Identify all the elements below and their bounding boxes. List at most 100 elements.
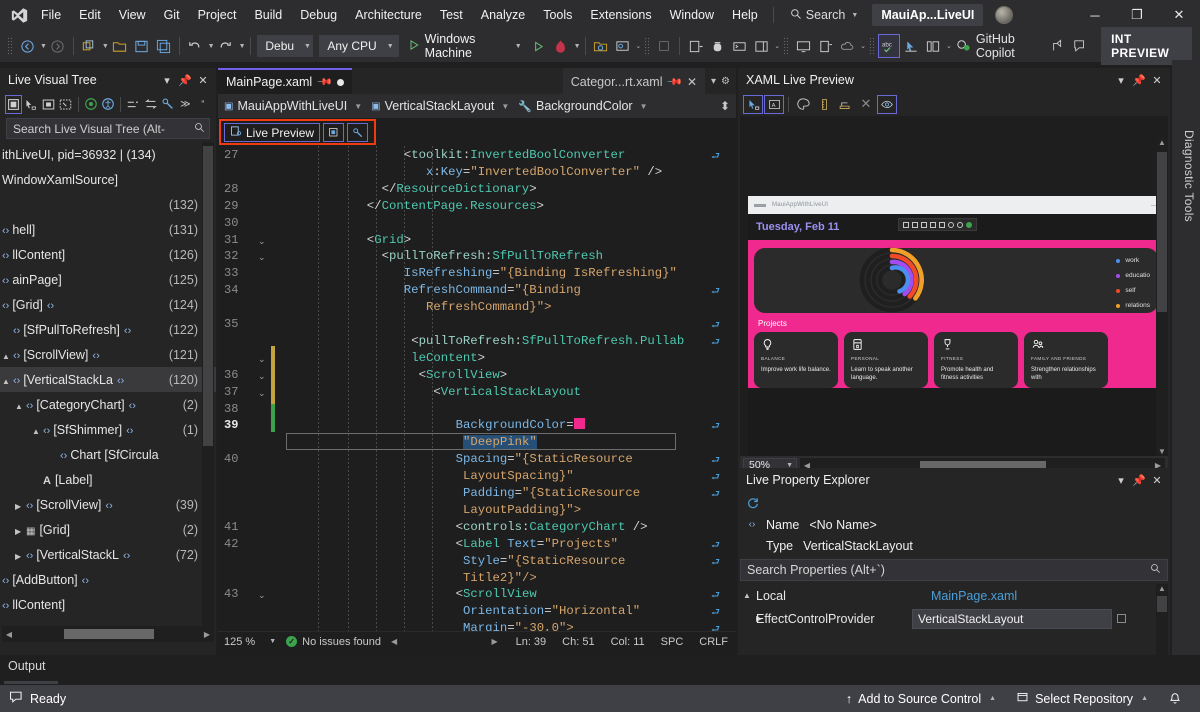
toolbar-grip-4[interactable] <box>868 37 875 55</box>
desktop-preview-icon[interactable] <box>792 34 814 58</box>
tree-horizontal-scrollbar[interactable]: ◀ ▶ <box>2 626 214 642</box>
spell-check-icon[interactable]: abc <box>878 34 900 58</box>
device-preview-icon[interactable] <box>814 34 836 58</box>
code-line[interactable]: Orientation="Horizontal" <box>463 604 640 618</box>
show-properties-icon[interactable] <box>125 95 141 114</box>
project-card[interactable]: FAMILY AND FRIENDS Strengthen relationsh… <box>1024 332 1108 388</box>
save-icon[interactable] <box>131 34 153 58</box>
close-icon[interactable]: ✕ <box>194 71 212 89</box>
terminal-icon[interactable] <box>728 34 750 58</box>
live-visual-tree[interactable]: ithLiveUI, pid=36932 | (134) WindowXamlSo… <box>0 142 216 626</box>
toolbar-overflow-icon[interactable]: ” <box>195 95 211 114</box>
indentation-indicator[interactable]: SPC <box>653 636 692 648</box>
expand-triangle-icon[interactable]: ▲ <box>15 402 26 411</box>
tree-item[interactable]: ▲ ‹› [ScrollView] ‹› (121) <box>0 342 216 367</box>
project-card[interactable]: BALANCE Improve work life balance. <box>754 332 838 388</box>
code-line[interactable]: RefreshCommand}"> <box>426 300 551 314</box>
expand-triangle-icon[interactable]: ▶ <box>15 552 26 561</box>
menu-build[interactable]: Build <box>245 0 291 30</box>
device-preview[interactable]: MauiAppWithLiveUI — Tuesday, Feb 11 work… <box>748 196 1164 456</box>
notification-bell-icon[interactable] <box>1160 688 1190 710</box>
navigate-forward-icon[interactable] <box>47 34 69 58</box>
overflow-icon-2[interactable]: ⌄ <box>774 42 780 50</box>
pin-icon[interactable]: 📌 <box>1130 71 1148 89</box>
chevron-down-icon[interactable]: ▾ <box>1112 71 1130 89</box>
tree-item[interactable]: WindowXamlSource] <box>0 167 216 192</box>
group-source[interactable]: MainPage.xaml <box>931 589 1017 603</box>
tab-mainpage-xaml[interactable]: MainPage.xaml 📌 <box>218 68 352 94</box>
code-line[interactable]: LayoutPadding}"> <box>463 503 581 517</box>
property-value-field[interactable]: VerticalStackLayout <box>912 608 1112 629</box>
swap-icon[interactable] <box>143 95 159 114</box>
pin-icon[interactable]: 📌 <box>176 71 194 89</box>
chevron-down-icon[interactable]: ▾ <box>1112 471 1130 489</box>
menu-git[interactable]: Git <box>155 0 189 30</box>
menu-edit[interactable]: Edit <box>70 0 110 30</box>
menu-analyze[interactable]: Analyze <box>472 0 534 30</box>
save-all-icon[interactable] <box>153 34 175 58</box>
step-into-icon[interactable] <box>684 34 706 58</box>
fold-toggle-icon[interactable]: ⌄ <box>258 252 266 263</box>
expand-triangle-icon[interactable]: ▶ <box>15 502 26 511</box>
menu-test[interactable]: Test <box>431 0 472 30</box>
code-line[interactable]: </ContentPage.Resources> <box>367 199 544 213</box>
tree-item[interactable]: ‹› Chart [SfCircula <box>0 442 216 467</box>
minimize-button[interactable]: ─ <box>1074 0 1116 30</box>
code-line[interactable]: Padding="{StaticResource <box>463 486 640 500</box>
scroll-left-icon[interactable]: ◀ <box>387 637 401 646</box>
code-line[interactable]: <toolkit:InvertedBoolConverter <box>404 148 625 162</box>
overflow-icon[interactable]: ⌄ <box>635 42 641 50</box>
menu-help[interactable]: Help <box>723 0 767 30</box>
pin-icon[interactable]: 📌 <box>316 74 333 91</box>
overflow-icon-3[interactable]: ⌄ <box>860 42 866 50</box>
tree-item[interactable]: A [Label] <box>0 467 216 492</box>
code-line[interactable]: x:Key="InvertedBoolConverter" /> <box>426 165 662 179</box>
tab-categorychart-xaml[interactable]: Categor...rt.xaml 📌 ✕ <box>562 68 705 94</box>
back-dropdown-icon[interactable]: ▼ <box>40 43 47 50</box>
restore-button[interactable]: ❐ <box>1116 0 1158 30</box>
clear-icon[interactable]: ✕ <box>856 95 876 114</box>
share-icon[interactable] <box>1047 34 1069 58</box>
menu-architecture[interactable]: Architecture <box>346 0 431 30</box>
fold-toggle-icon[interactable]: ⌄ <box>258 236 266 247</box>
fold-toggle-icon[interactable]: ⌄ <box>258 354 266 365</box>
code-line[interactable]: <ScrollView <box>456 587 537 601</box>
code-line[interactable]: Title2}"/> <box>463 571 537 585</box>
select-element-icon[interactable] <box>743 94 763 114</box>
eye-icon[interactable] <box>877 94 897 114</box>
tree-item[interactable]: ‹› [SfPullToRefresh] ‹› (122) <box>0 317 216 342</box>
device-adorner-toolbar[interactable] <box>898 218 977 231</box>
tree-item[interactable]: ▲ ‹› [CategoryChart] ‹› (2) <box>0 392 216 417</box>
project-card[interactable]: FITNESS Promote health and fitness activ… <box>934 332 1018 388</box>
code-line[interactable]: LayoutSpacing}" <box>463 469 574 483</box>
table-row[interactable]: ▶ EffectControlProvider VerticalStackLay… <box>738 607 1170 630</box>
properties-search[interactable]: Search Properties (Alt+`) <box>740 559 1168 581</box>
code-line[interactable]: </ResourceDictionary> <box>382 182 537 196</box>
code-line[interactable]: <Grid> <box>367 233 411 247</box>
chevron-down-icon[interactable]: ▾ <box>158 71 176 89</box>
code-line[interactable]: Spacing="{StaticResource <box>456 452 633 466</box>
expand-triangle-icon[interactable]: ▶ <box>738 614 762 623</box>
menu-debug[interactable]: Debug <box>291 0 346 30</box>
hot-reload-dropdown-icon[interactable]: ▼ <box>574 43 581 50</box>
pin-icon[interactable]: 📌 <box>666 74 683 91</box>
tree-item[interactable]: ‹› [AddButton] ‹› <box>0 567 216 592</box>
refresh-button[interactable] <box>738 492 1170 514</box>
tree-vertical-scrollbar[interactable] <box>202 142 214 626</box>
zoom-control[interactable]: 125 % ▼ <box>218 636 282 648</box>
expand-triangle-icon[interactable]: ▲ <box>32 427 43 436</box>
code-line[interactable]: <pullToRefresh:SfPullToRefresh <box>382 249 603 263</box>
debug-target-icon[interactable] <box>706 34 728 58</box>
break-icon[interactable] <box>653 34 675 58</box>
tree-item[interactable]: ▲ ‹› [SfShimmer] ‹› (1) <box>0 417 216 442</box>
menu-extensions[interactable]: Extensions <box>581 0 660 30</box>
code-line[interactable]: <Label Text="Projects" <box>456 537 618 551</box>
close-button[interactable]: ✕ <box>1158 0 1200 30</box>
split-view-icon[interactable] <box>750 34 772 58</box>
navigate-back-icon[interactable] <box>16 34 38 58</box>
code-line[interactable]: <pullToRefresh:SfPullToRefresh.Pullab <box>411 334 684 348</box>
code-line[interactable]: Style="{StaticResource <box>463 554 625 568</box>
code-line[interactable]: RefreshCommand="{Binding <box>404 283 581 297</box>
diagnostic-tools-strip[interactable]: Diagnostic Tools <box>1172 60 1200 660</box>
output-tab[interactable]: Output <box>8 659 46 673</box>
